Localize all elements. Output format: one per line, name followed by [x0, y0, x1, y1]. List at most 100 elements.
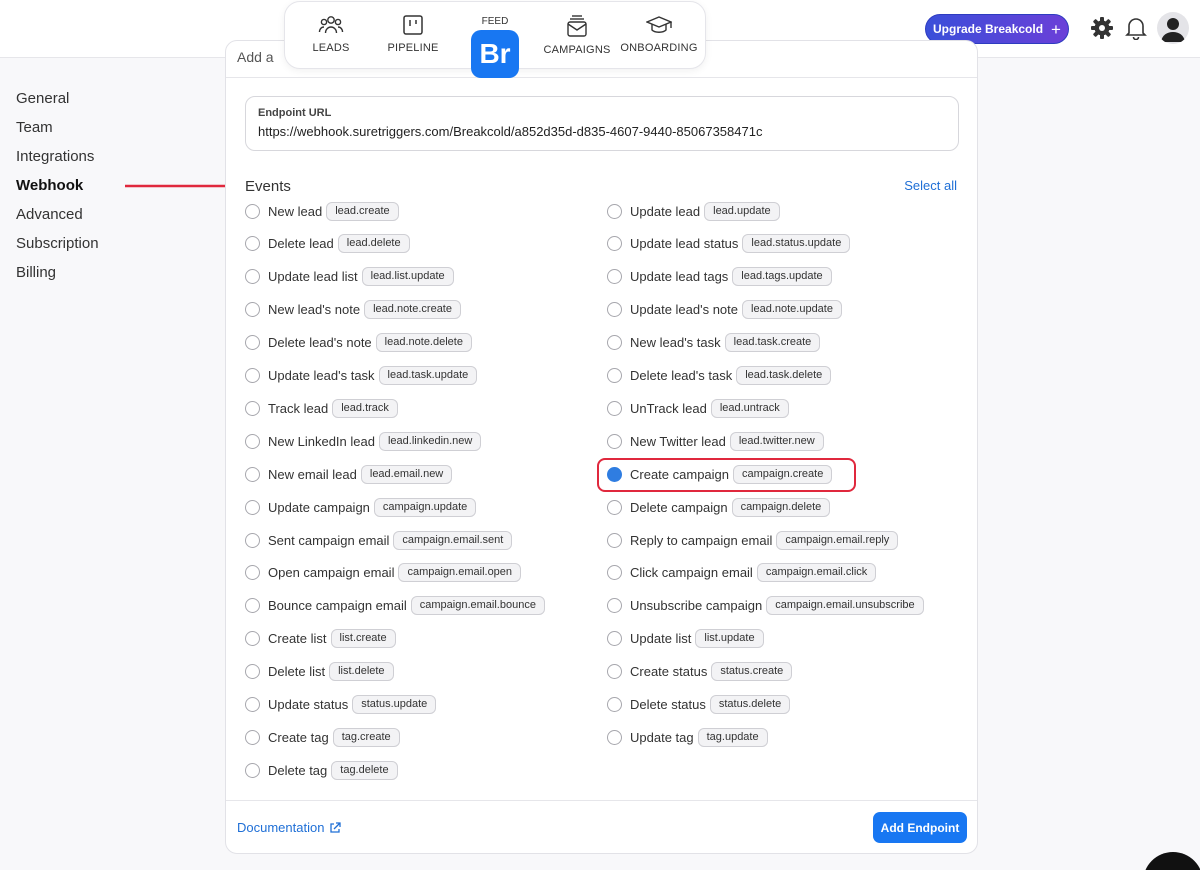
- breakcold-logo[interactable]: Br: [471, 30, 519, 78]
- event-tag-create[interactable]: Create tag tag.create: [245, 726, 400, 748]
- event-lead-create[interactable]: New lead lead.create: [245, 200, 399, 222]
- event-checkbox[interactable]: [245, 302, 260, 318]
- event-label: New lead's note: [268, 302, 361, 318]
- chat-widget[interactable]: [1143, 852, 1200, 870]
- event-checkbox[interactable]: [245, 400, 260, 416]
- event-campaign-email-click[interactable]: Click campaign email campaign.email.click: [607, 562, 877, 584]
- event-checkbox[interactable]: [607, 203, 622, 219]
- event-checkbox[interactable]: [607, 400, 622, 416]
- event-checkbox[interactable]: [607, 598, 622, 614]
- event-checkbox[interactable]: [607, 236, 622, 252]
- event-lead-email-new[interactable]: New email lead lead.email.new: [245, 463, 453, 485]
- event-checkbox[interactable]: [245, 729, 260, 745]
- bell-icon[interactable]: [1125, 16, 1147, 40]
- event-list-delete[interactable]: Delete list list.delete: [245, 661, 394, 683]
- event-checkbox[interactable]: [607, 631, 622, 647]
- event-tag: list.update: [695, 629, 764, 649]
- event-checkbox[interactable]: [245, 466, 260, 482]
- event-checkbox[interactable]: [245, 335, 260, 351]
- event-checkbox[interactable]: [607, 368, 622, 383]
- event-checkbox[interactable]: [245, 762, 260, 778]
- documentation-link[interactable]: Documentation: [237, 820, 342, 835]
- endpoint-url-value[interactable]: https://webhook.suretriggers.com/Breakco…: [258, 124, 946, 139]
- event-list-update[interactable]: Update list list.update: [607, 628, 764, 650]
- event-checkbox[interactable]: [607, 302, 622, 318]
- nav-pipeline[interactable]: PIPELINE: [373, 14, 453, 54]
- event-label: Update lead's task: [268, 368, 375, 383]
- select-all-link[interactable]: Select all: [904, 178, 957, 193]
- event-lead-note-delete[interactable]: Delete lead's note lead.note.delete: [245, 332, 472, 354]
- event-tag: campaign.email.unsubscribe: [766, 596, 924, 616]
- add-endpoint-button[interactable]: Add Endpoint: [873, 812, 967, 843]
- leads-icon: [318, 16, 344, 34]
- gear-icon[interactable]: [1090, 16, 1114, 40]
- event-checkbox[interactable]: [607, 729, 622, 745]
- event-lead-track[interactable]: Track lead lead.track: [245, 397, 398, 419]
- nav-campaigns[interactable]: CAMPAIGNS: [537, 14, 617, 56]
- event-label: New email lead: [268, 466, 357, 482]
- event-checkbox[interactable]: [607, 499, 622, 515]
- event-checkbox[interactable]: [245, 697, 260, 712]
- sidebar-item-webhook[interactable]: Webhook: [16, 175, 99, 204]
- event-checkbox[interactable]: [245, 565, 260, 581]
- event-list-create[interactable]: Create list list.create: [245, 628, 396, 650]
- event-checkbox[interactable]: [607, 565, 622, 581]
- event-lead-tags-update[interactable]: Update lead tags lead.tags.update: [607, 266, 832, 288]
- event-checkbox[interactable]: [245, 203, 260, 219]
- nav-leads[interactable]: LEADS: [291, 14, 371, 54]
- event-checkbox[interactable]: [245, 631, 260, 647]
- event-lead-delete[interactable]: Delete lead lead.delete: [245, 233, 410, 255]
- event-checkbox[interactable]: [245, 499, 260, 515]
- event-checkbox[interactable]: [607, 532, 622, 548]
- event-tag-update[interactable]: Update tag tag.update: [607, 726, 768, 748]
- event-checkbox[interactable]: [607, 269, 622, 285]
- event-lead-list-update[interactable]: Update lead list lead.list.update: [245, 266, 454, 288]
- event-lead-twitter-new[interactable]: New Twitter lead lead.twitter.new: [607, 430, 824, 452]
- event-status-create[interactable]: Create status status.create: [607, 661, 793, 683]
- event-lead-note-update[interactable]: Update lead's note lead.note.update: [607, 299, 842, 321]
- sidebar-item-integrations[interactable]: Integrations: [16, 146, 99, 175]
- event-checkbox[interactable]: [245, 433, 260, 449]
- event-campaign-email-open[interactable]: Open campaign email campaign.email.open: [245, 562, 522, 584]
- event-checkbox[interactable]: [607, 335, 622, 351]
- event-label: New lead's task: [630, 335, 721, 351]
- nav-onboarding[interactable]: ONBOARDING: [619, 14, 699, 54]
- event-checkbox[interactable]: [607, 433, 622, 449]
- event-checkbox[interactable]: [245, 664, 260, 680]
- event-campaign-delete[interactable]: Delete campaign campaign.delete: [607, 496, 831, 518]
- event-campaign-email-unsubscribe[interactable]: Unsubscribe campaign campaign.email.unsub…: [607, 595, 924, 617]
- sidebar-item-general[interactable]: General: [16, 88, 99, 117]
- event-lead-update[interactable]: Update lead lead.update: [607, 200, 780, 222]
- event-campaign-update[interactable]: Update campaign campaign.update: [245, 496, 477, 518]
- event-checkbox[interactable]: [245, 269, 260, 285]
- event-checkbox[interactable]: [245, 368, 260, 383]
- sidebar-item-advanced[interactable]: Advanced: [16, 204, 99, 233]
- sidebar-item-billing[interactable]: Billing: [16, 262, 99, 291]
- event-lead-untrack[interactable]: UnTrack lead lead.untrack: [607, 397, 789, 419]
- event-campaign-email-sent[interactable]: Sent campaign email campaign.email.sent: [245, 529, 513, 551]
- sidebar-item-team[interactable]: Team: [16, 117, 99, 146]
- event-tag: lead.delete: [337, 234, 410, 254]
- event-lead-note-create[interactable]: New lead's note lead.note.create: [245, 299, 461, 321]
- event-tag-delete[interactable]: Delete tag tag.delete: [245, 759, 398, 781]
- event-campaign-email-reply[interactable]: Reply to campaign email campaign.email.re…: [607, 529, 899, 551]
- event-checkbox[interactable]: [245, 532, 260, 548]
- event-campaign-email-bounce[interactable]: Bounce campaign email campaign.email.boun…: [245, 595, 545, 617]
- event-checkbox[interactable]: [607, 664, 622, 680]
- event-lead-task-create[interactable]: New lead's task lead.task.create: [607, 332, 821, 354]
- event-checkbox[interactable]: [245, 236, 260, 252]
- event-tag: campaign.email.reply: [776, 530, 899, 550]
- event-checkbox[interactable]: [607, 697, 622, 712]
- sidebar-item-subscription[interactable]: Subscription: [16, 233, 99, 262]
- event-status-update[interactable]: Update status status.update: [245, 694, 437, 716]
- event-checkbox[interactable]: [245, 598, 260, 614]
- event-lead-task-delete[interactable]: Delete lead's task lead.task.delete: [607, 365, 832, 387]
- event-lead-linkedin-new[interactable]: New LinkedIn lead lead.linkedin.new: [245, 430, 482, 452]
- campaigns-icon: [567, 15, 587, 37]
- endpoint-url-field[interactable]: Endpoint URL https://webhook.suretrigger…: [245, 96, 959, 151]
- event-status-delete[interactable]: Delete status status.delete: [607, 694, 791, 716]
- event-lead-task-update[interactable]: Update lead's task lead.task.update: [245, 365, 478, 387]
- event-lead-status-update[interactable]: Update lead status lead.status.update: [607, 233, 851, 255]
- avatar[interactable]: [1157, 12, 1189, 44]
- event-label: Delete tag: [268, 762, 328, 778]
